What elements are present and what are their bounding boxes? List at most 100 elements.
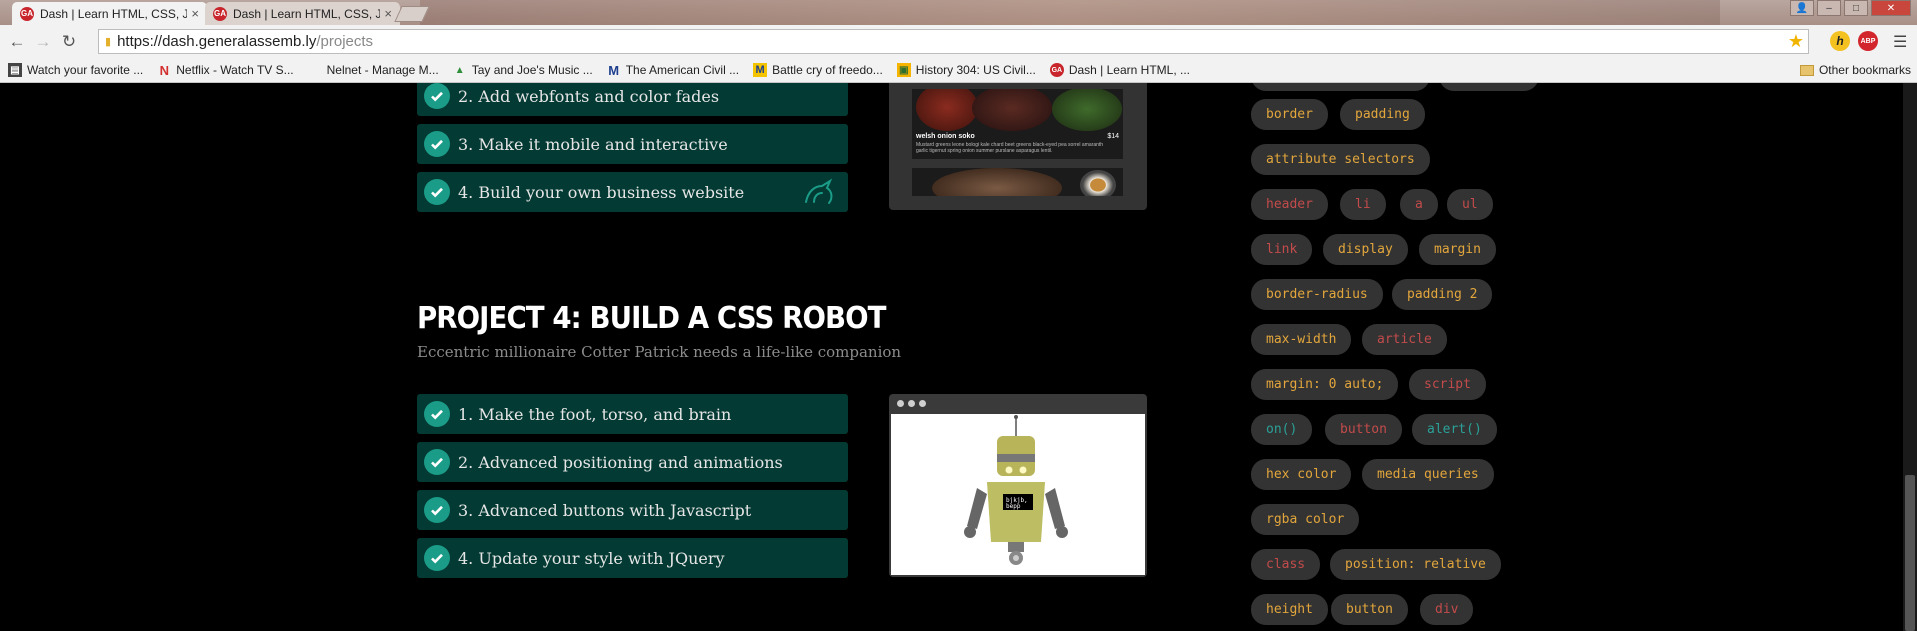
bookmark-item[interactable]: M The American Civil ... [607, 62, 739, 78]
check-icon [424, 401, 450, 427]
user-icon[interactable]: 👤 [1790, 0, 1814, 16]
tag[interactable]: padding 2 [1392, 279, 1493, 310]
check-icon [424, 131, 450, 157]
bookmark-item[interactable]: GA Dash | Learn HTML, ... [1049, 63, 1190, 77]
minimize-button[interactable]: – [1817, 0, 1841, 16]
m-icon: M [753, 63, 768, 77]
tag[interactable]: display [1323, 234, 1408, 265]
robot-speech-line2: bepp [1006, 503, 1021, 510]
back-arrow-icon[interactable]: ← [4, 32, 30, 52]
tag[interactable]: script [1409, 369, 1486, 400]
tag[interactable]: ul [1447, 189, 1493, 220]
step-label: 4. Update your style with JQuery [458, 548, 725, 568]
step-label: 3. Advanced buttons with Javascript [458, 500, 752, 520]
reload-icon[interactable]: ↻ [56, 32, 82, 52]
tag[interactable]: on() [1251, 414, 1313, 445]
tag[interactable]: background-position [1251, 83, 1430, 91]
film-icon: ▤ [8, 63, 22, 77]
url-path: /projects [316, 33, 374, 50]
project3-step-3[interactable]: 3. Make it mobile and interactive [417, 124, 848, 164]
window-dots [897, 400, 926, 407]
close-tab-icon[interactable]: × [384, 6, 392, 21]
tag[interactable]: margin: 0 auto; [1251, 369, 1399, 400]
bookmark-star-icon[interactable]: ★ [1788, 31, 1804, 52]
dish-name: welsh onion soko [916, 133, 975, 140]
food-image [932, 168, 1062, 196]
step-label: 4. Build your own business website [458, 182, 745, 202]
check-icon [424, 449, 450, 475]
drive-icon: ▲ [454, 64, 465, 76]
bookmark-item[interactable]: Nelnet - Manage M... [308, 63, 439, 77]
m-icon: M [608, 62, 620, 78]
h-extension-icon[interactable]: h [1830, 31, 1850, 51]
bookmark-item[interactable]: ▲ Tay and Joe's Music ... [453, 63, 593, 77]
project3-step-4[interactable]: 4. Build your own business website [417, 172, 848, 212]
browser-toolbar: ← → ↻ ▮ https://dash.generalassemb.ly/pr… [0, 25, 1917, 58]
food-card: welsh onion soko $14 Mustard greens leon… [912, 89, 1123, 159]
check-icon [424, 179, 450, 205]
project3-preview: welsh onion soko $14 Mustard greens leon… [889, 83, 1147, 210]
bookmark-item[interactable]: ▤ Watch your favorite ... [8, 63, 143, 77]
tab-strip: GA Dash | Learn HTML, CSS, J × GA Dash |… [0, 0, 1917, 25]
food-image [1080, 170, 1116, 196]
tag[interactable]: hex color [1251, 459, 1352, 490]
window-background [420, 0, 1720, 25]
project4-step-2[interactable]: 2. Advanced positioning and animations [417, 442, 848, 482]
forward-arrow-icon[interactable]: → [30, 32, 56, 52]
menu-icon[interactable]: ☰ [1893, 32, 1907, 52]
tag[interactable]: div [1420, 594, 1474, 625]
bookmark-item[interactable]: ▣ History 304: US Civil... [896, 63, 1036, 77]
bookmark-item[interactable]: M Battle cry of freedo... [753, 63, 883, 77]
tag[interactable]: attribute selectors [1251, 144, 1430, 175]
adblock-extension-icon[interactable]: ABP [1858, 31, 1878, 51]
tag[interactable]: button [1331, 594, 1408, 625]
food-image [972, 89, 1052, 131]
bookmark-item[interactable]: N Netflix - Watch TV S... [157, 62, 294, 78]
scrollbar-thumb[interactable] [1905, 475, 1915, 631]
tag[interactable]: height [1251, 594, 1328, 625]
project4-step-1[interactable]: 1. Make the foot, torso, and brain [417, 394, 848, 434]
other-bookmarks[interactable]: Other bookmarks [1799, 63, 1911, 77]
tag[interactable]: class [1251, 549, 1321, 580]
address-bar[interactable]: ▮ https://dash.generalassemb.ly/projects… [98, 29, 1809, 54]
food-image [916, 89, 978, 131]
tag[interactable]: a [1400, 189, 1438, 220]
close-window-button[interactable]: ✕ [1871, 0, 1911, 16]
step-label: 3. Make it mobile and interactive [458, 134, 728, 154]
bookmarks-bar: ▤ Watch your favorite ... N Netflix - Watc… [0, 58, 1917, 83]
tab-active[interactable]: GA Dash | Learn HTML, CSS, J × [12, 2, 207, 25]
page-scrollbar[interactable] [1903, 83, 1917, 631]
step-label: 1. Make the foot, torso, and brain [458, 404, 732, 424]
tag[interactable]: rgba color [1251, 504, 1360, 535]
tag[interactable]: border-radius [1251, 279, 1383, 310]
tag[interactable]: article [1362, 324, 1447, 355]
classroom-icon: ▣ [896, 63, 911, 77]
tag[interactable]: button [1325, 414, 1402, 445]
tag[interactable]: link [1251, 234, 1313, 265]
tag[interactable]: border [1251, 99, 1328, 130]
tag[interactable]: position: relative [1330, 549, 1501, 580]
tag[interactable]: li [1340, 189, 1386, 220]
tag[interactable]: header [1251, 189, 1328, 220]
project4-step-3[interactable]: 3. Advanced buttons with Javascript [417, 490, 848, 530]
project4-step-4[interactable]: 4. Update your style with JQuery [417, 538, 848, 578]
netflix-icon: N [159, 62, 169, 78]
step-label: 2. Add webfonts and color fades [458, 86, 720, 106]
tag[interactable]: alert() [1412, 414, 1497, 445]
step-label: 2. Advanced positioning and animations [458, 452, 783, 472]
dish-description: Mustard greens leone bologi kale chard b… [916, 142, 1104, 154]
food-card [912, 168, 1123, 196]
unicorn-icon [805, 178, 833, 204]
tag[interactable]: max-width [1251, 324, 1352, 355]
tag[interactable]: padding [1340, 99, 1425, 130]
project-subtitle: Eccentric millionaire Cotter Patrick nee… [417, 343, 902, 361]
close-tab-icon[interactable]: × [191, 6, 199, 21]
project3-step-2[interactable]: 2. Add webfonts and color fades [417, 83, 848, 116]
tag[interactable]: font-size [1439, 83, 1540, 91]
tag[interactable]: media queries [1362, 459, 1494, 490]
tab-inactive[interactable]: GA Dash | Learn HTML, CSS, J × [205, 2, 400, 25]
maximize-button[interactable]: □ [1844, 0, 1868, 16]
folder-icon [1799, 64, 1814, 76]
page-content: 2. Add webfonts and color fades 3. Make … [0, 83, 1917, 631]
tag[interactable]: margin [1419, 234, 1496, 265]
